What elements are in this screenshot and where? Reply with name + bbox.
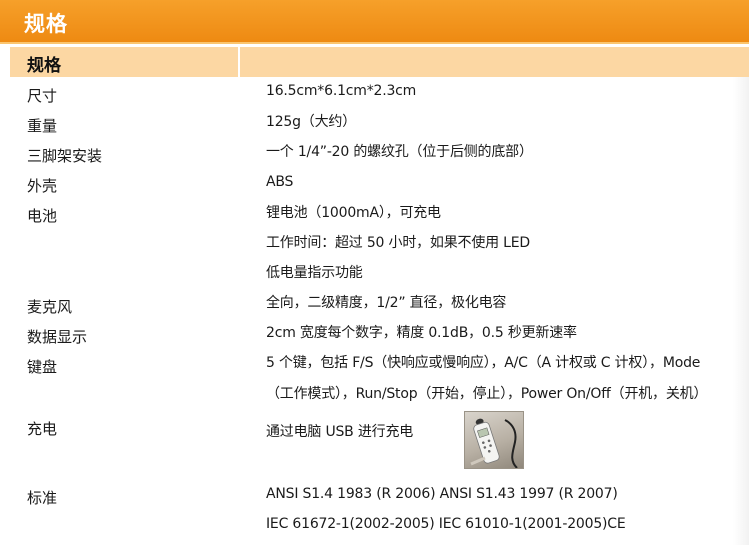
sound-meter-image — [470, 418, 518, 468]
spec-label-keypad: 键盘 — [27, 358, 58, 376]
spec-label-weight: 重量 — [27, 117, 58, 135]
section-header: 规格 — [10, 47, 749, 77]
spec-value-standards-line2: IEC 61672-1(2002-2005) IEC 61010-1(2001-… — [266, 516, 626, 532]
spec-value-standards-line1: ANSI S1.4 1983 (R 2006) ANSI S1.43 1997 … — [266, 486, 618, 502]
spec-value-battery-runtime: 工作时间：超过 50 小时，如果不使用 LED — [266, 235, 530, 251]
spec-value-display: 2cm 宽度每个数字，精度 0.1dB，0.5 秒更新速率 — [266, 325, 577, 341]
spec-label-tripod: 三脚架安装 — [27, 147, 103, 165]
spec-value-microphone: 全向，二级精度，1/2” 直径，极化电容 — [266, 295, 507, 311]
spec-value-tripod: 一个 1/4”-20 的螺纹孔（位于后侧的底部） — [266, 144, 533, 160]
title-bar: 规格 — [0, 0, 749, 44]
page-edge-shadow — [733, 77, 749, 545]
spec-label-dimensions: 尺寸 — [27, 87, 58, 105]
column-divider — [238, 47, 240, 77]
spec-value-dimensions: 16.5cm*6.1cm*2.3cm — [266, 83, 417, 99]
spec-label-battery: 电池 — [27, 207, 58, 225]
spec-value-battery-indicator: 低电量指示功能 — [266, 265, 363, 281]
section-title: 规格 — [27, 56, 61, 76]
spec-value-keypad-line2: （工作模式），Run/Stop（开始，停止），Power On/Off（开机，关… — [266, 386, 708, 402]
spec-label-microphone: 麦克风 — [27, 298, 73, 316]
spec-label-housing: 外壳 — [27, 177, 58, 195]
spec-label-charging: 充电 — [27, 420, 58, 438]
spec-label-standards: 标准 — [27, 489, 58, 507]
spec-value-housing: ABS — [266, 174, 294, 190]
spec-label-display: 数据显示 — [27, 328, 88, 346]
page-title: 规格 — [24, 12, 68, 36]
product-photo — [464, 411, 524, 469]
spec-value-battery-type: 锂电池（1000mA），可充电 — [266, 205, 441, 221]
spec-value-charging: 通过电脑 USB 进行充电 — [266, 424, 414, 440]
spec-value-weight: 125g（大约） — [266, 114, 357, 130]
spec-value-keypad-line1: 5 个键，包括 F/S（快响应或慢响应），A/C（A 计权或 C 计权），Mod… — [266, 355, 701, 371]
